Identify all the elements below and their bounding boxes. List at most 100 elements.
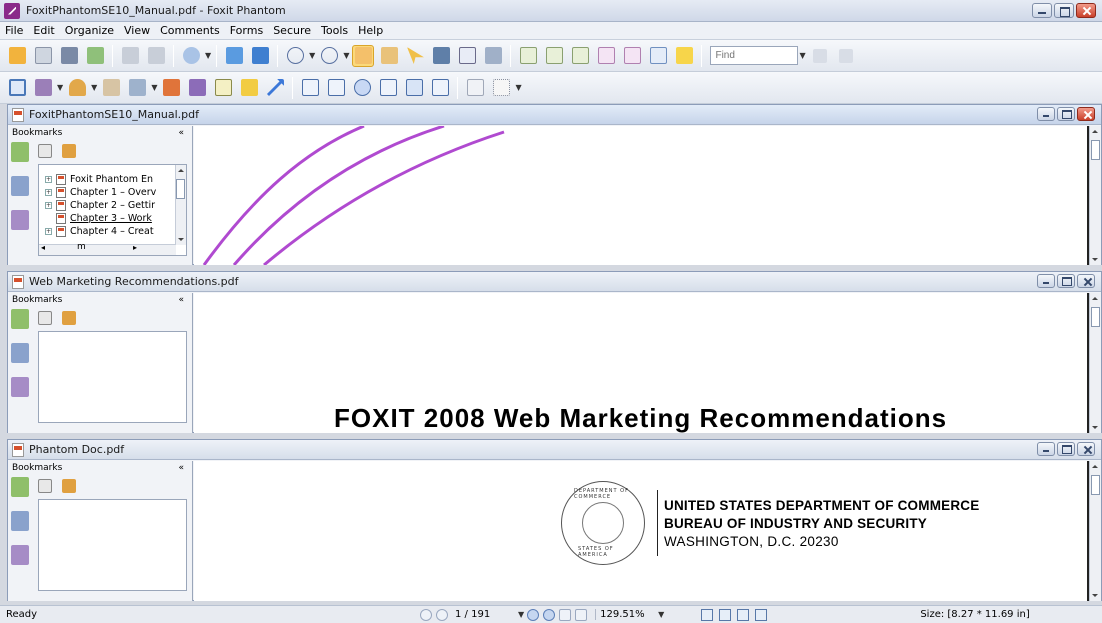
back-view-icon[interactable]: [559, 608, 572, 621]
collapse-panel-icon[interactable]: «: [178, 128, 184, 138]
find-next-button[interactable]: [835, 45, 857, 67]
new-bookmark-icon[interactable]: [62, 479, 76, 493]
layers-tab-icon[interactable]: [11, 377, 29, 397]
bookmarks-tab-icon[interactable]: [11, 477, 29, 497]
bookmark-vertical-scrollbar[interactable]: [175, 165, 186, 245]
menu-comments[interactable]: Comments: [155, 24, 225, 37]
scroll-thumb[interactable]: [176, 179, 185, 199]
zoom-plus-button[interactable]: [318, 45, 340, 67]
bookmarks-tab-icon[interactable]: [11, 142, 29, 162]
layers-tab-icon[interactable]: [11, 545, 29, 565]
document-page-view[interactable]: [194, 126, 1089, 265]
dropdown-arrow-icon[interactable]: ▼: [151, 83, 157, 92]
scroll-right-icon[interactable]: ▸: [133, 243, 137, 252]
scroll-up-icon[interactable]: [1092, 297, 1098, 300]
select-button[interactable]: [404, 45, 426, 67]
combo-box-button[interactable]: [403, 77, 425, 99]
restore-button[interactable]: [1057, 274, 1075, 288]
document-page-view[interactable]: DEPARTMENT OF COMMERCE STATES OF AMERICA…: [194, 461, 1089, 601]
single-page-layout-icon[interactable]: [701, 608, 714, 621]
hand-tool-button[interactable]: [352, 44, 375, 67]
close-button[interactable]: [1077, 274, 1095, 288]
scroll-thumb-grip[interactable]: m: [77, 242, 86, 252]
radio-button[interactable]: [351, 77, 373, 99]
close-button[interactable]: [1076, 3, 1096, 18]
minimize-button[interactable]: [1037, 274, 1055, 288]
zoom-level-field[interactable]: 129.51%: [595, 609, 657, 620]
close-button[interactable]: [1077, 442, 1095, 456]
forward-view-icon[interactable]: [575, 608, 588, 621]
trash-icon[interactable]: [38, 144, 52, 158]
bookmark-item[interactable]: + Foxit Phantom En: [39, 173, 175, 186]
collapse-panel-icon[interactable]: «: [178, 463, 184, 473]
typewriter-button[interactable]: [456, 45, 478, 67]
menu-secure[interactable]: Secure: [268, 24, 316, 37]
document-vertical-scrollbar[interactable]: [1089, 126, 1101, 265]
open-button[interactable]: [6, 45, 28, 67]
zoom-button[interactable]: [180, 45, 202, 67]
dropdown-arrow-icon[interactable]: ▼: [91, 83, 97, 92]
text-tool-d-button[interactable]: [595, 45, 617, 67]
snapshot-button[interactable]: [482, 45, 504, 67]
scroll-down-icon[interactable]: [1092, 594, 1098, 597]
last-page-icon[interactable]: [543, 608, 556, 621]
scan-button[interactable]: [119, 45, 141, 67]
collapse-panel-icon[interactable]: «: [178, 295, 184, 305]
pattern-button[interactable]: [490, 77, 512, 99]
previous-page-icon[interactable]: [436, 608, 448, 621]
checkbox-button[interactable]: [325, 77, 347, 99]
bookmark-item[interactable]: Chapter 3 – Work: [39, 212, 175, 225]
text-tool-e-button[interactable]: [621, 45, 643, 67]
minimize-button[interactable]: [1032, 3, 1052, 18]
menu-edit[interactable]: Edit: [28, 24, 59, 37]
sign-button[interactable]: [186, 77, 208, 99]
new-bookmark-icon[interactable]: [62, 144, 76, 158]
lock-button[interactable]: [126, 77, 148, 99]
bookmark-horizontal-scrollbar[interactable]: ◂ m ▸: [39, 242, 176, 255]
minimize-button[interactable]: [1037, 442, 1055, 456]
arrow-tool-button[interactable]: [264, 77, 286, 99]
menu-forms[interactable]: Forms: [225, 24, 268, 37]
restore-button[interactable]: [1057, 442, 1075, 456]
fit-width-button[interactable]: [249, 45, 271, 67]
zoom-dropdown-icon[interactable]: ▼: [658, 610, 664, 619]
bookmark-item[interactable]: + Chapter 4 – Creat: [39, 225, 175, 238]
stamp-button[interactable]: [100, 77, 122, 99]
text-tool-a-button[interactable]: [517, 45, 539, 67]
cart-button[interactable]: [145, 45, 167, 67]
document-vertical-scrollbar[interactable]: [1089, 461, 1101, 601]
text-tool-f-button[interactable]: [647, 45, 669, 67]
print-button[interactable]: [58, 45, 80, 67]
first-page-icon[interactable]: [420, 608, 432, 621]
scroll-thumb[interactable]: [1091, 475, 1100, 495]
document-page-view[interactable]: FOXIT 2008 Web Marketing Recommendations: [194, 293, 1089, 433]
pencil-button[interactable]: [160, 77, 182, 99]
dropdown-arrow-icon[interactable]: ▼: [309, 51, 315, 60]
text-area-button[interactable]: [429, 77, 451, 99]
bookmark-item[interactable]: + Chapter 2 – Gettir: [39, 199, 175, 212]
bookmarks-tab-icon[interactable]: [11, 309, 29, 329]
find-prev-button[interactable]: [809, 45, 831, 67]
layers-tab-icon[interactable]: [11, 210, 29, 230]
image-field-button[interactable]: [464, 77, 486, 99]
find-input[interactable]: [710, 46, 799, 65]
dropdown-arrow-icon[interactable]: ▼: [515, 83, 521, 92]
text-tool-c-button[interactable]: [569, 45, 591, 67]
maximize-button[interactable]: [1054, 3, 1074, 18]
fit-page-button[interactable]: [223, 45, 245, 67]
menu-tools[interactable]: Tools: [316, 24, 353, 37]
text-box-button[interactable]: [212, 77, 234, 99]
trash-icon[interactable]: [38, 479, 52, 493]
dropdown-arrow-icon[interactable]: ▼: [343, 51, 349, 60]
list-box-button[interactable]: [377, 77, 399, 99]
scroll-down-icon[interactable]: [1092, 258, 1098, 261]
user-button[interactable]: [66, 77, 88, 99]
dropdown-arrow-icon[interactable]: ▼: [57, 83, 63, 92]
edit-doc-button[interactable]: [32, 77, 54, 99]
scroll-up-icon[interactable]: [178, 169, 184, 172]
menu-file[interactable]: File: [0, 24, 28, 37]
expand-icon[interactable]: +: [45, 228, 52, 235]
pages-tab-icon[interactable]: [11, 511, 29, 531]
note-button[interactable]: [673, 45, 695, 67]
expand-icon[interactable]: +: [45, 176, 52, 183]
